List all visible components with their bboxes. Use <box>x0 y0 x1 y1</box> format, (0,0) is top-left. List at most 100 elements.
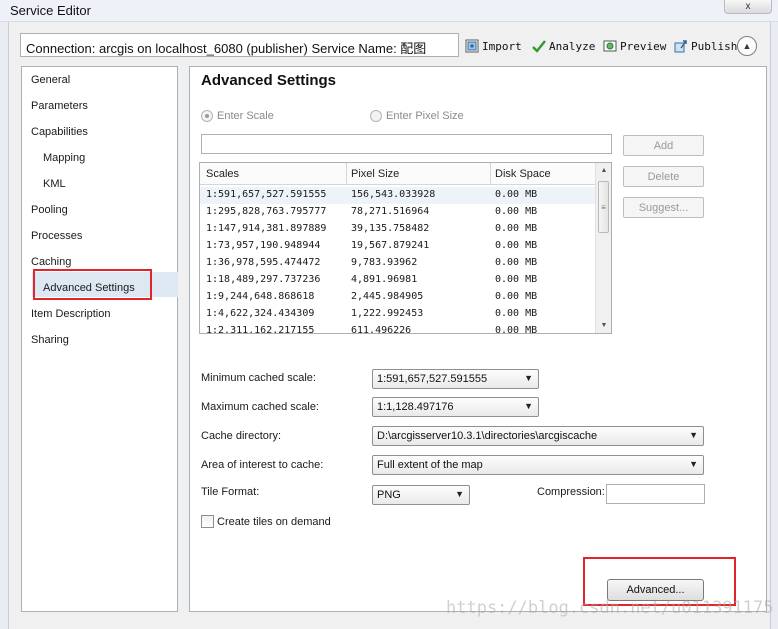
sidebar-item-pooling[interactable]: Pooling <box>31 204 68 216</box>
scale-input[interactable] <box>201 134 612 154</box>
cell-disk-space: 0.00 MB <box>495 189 538 200</box>
close-icon: x <box>745 1 751 12</box>
close-button[interactable]: x <box>724 0 772 14</box>
cell-disk-space: 0.00 MB <box>495 206 538 217</box>
window-left-edge <box>0 22 9 629</box>
scroll-up-arrow-icon[interactable]: ▲ <box>596 163 611 177</box>
cell-pixel-size: 39,135.758482 <box>351 223 430 234</box>
enter-scale-radio[interactable]: Enter Scale <box>201 108 274 124</box>
cache-directory-value: D:\arcgisserver10.3.1\directories\arcgis… <box>377 430 598 442</box>
table-row[interactable]: 1:147,914,381.897889 39,135.758482 0.00 MB <box>200 221 595 238</box>
suggest-button[interactable]: Suggest... <box>623 197 704 218</box>
compression-label: Compression: <box>537 486 605 498</box>
column-header-disk-space[interactable]: Disk Space <box>495 168 551 180</box>
collapse-toolbar-button[interactable]: ▲ <box>737 36 757 56</box>
checkmark-icon <box>532 39 546 53</box>
min-cached-scale-value: 1:591,657,527.591555 <box>377 373 488 385</box>
analyze-button[interactable]: Analyze <box>532 36 595 56</box>
min-cached-scale-select[interactable]: 1:591,657,527.591555 ▼ <box>372 369 539 389</box>
sidebar-item-caching[interactable]: Caching <box>31 256 71 268</box>
cell-pixel-size: 4,891.96981 <box>351 274 418 285</box>
enter-pixel-size-radio[interactable]: Enter Pixel Size <box>370 108 464 124</box>
table-row[interactable]: 1:9,244,648.868618 2,445.984905 0.00 MB <box>200 289 595 306</box>
area-of-interest-value: Full extent of the map <box>377 459 483 471</box>
cell-pixel-size: 9,783.93962 <box>351 257 418 268</box>
cell-pixel-size: 1,222.992453 <box>351 308 424 319</box>
chevron-down-icon: ▼ <box>689 430 698 440</box>
tile-format-select[interactable]: PNG ▼ <box>372 485 470 505</box>
radio-button-unchecked <box>370 110 382 122</box>
cell-disk-space: 0.00 MB <box>495 274 538 285</box>
cell-disk-space: 0.00 MB <box>495 223 538 234</box>
cell-pixel-size: 19,567.879241 <box>351 240 430 251</box>
add-button[interactable]: Add <box>623 135 704 156</box>
tile-format-value: PNG <box>377 489 401 501</box>
cell-scale: 1:73,957,190.948944 <box>206 240 321 251</box>
column-divider <box>346 163 347 185</box>
tile-format-label: Tile Format: <box>201 486 260 498</box>
compression-input[interactable] <box>606 484 705 504</box>
sidebar-item-kml[interactable]: KML <box>43 178 66 190</box>
column-header-scales[interactable]: Scales <box>206 168 239 180</box>
table-row[interactable]: 1:73,957,190.948944 19,567.879241 0.00 MB <box>200 238 595 255</box>
area-of-interest-select[interactable]: Full extent of the map ▼ <box>372 455 704 475</box>
area-of-interest-label: Area of interest to cache: <box>201 459 324 471</box>
cell-pixel-size: 78,271.516964 <box>351 206 430 217</box>
enter-scale-label: Enter Scale <box>217 110 274 122</box>
column-header-pixel-size[interactable]: Pixel Size <box>351 168 399 180</box>
cell-scale: 1:147,914,381.897889 <box>206 223 327 234</box>
cell-pixel-size: 2,445.984905 <box>351 291 424 302</box>
advanced-settings-highlight-box <box>33 269 152 300</box>
cell-scale: 1:2,311,162.217155 <box>206 325 315 334</box>
table-row[interactable]: 1:295,828,763.795777 78,271.516964 0.00 MB <box>200 204 595 221</box>
cell-scale: 1:36,978,595.474472 <box>206 257 321 268</box>
chevron-up-icon: ▲ <box>742 41 752 51</box>
radio-button-checked <box>201 110 213 122</box>
table-header: Scales Pixel Size Disk Space <box>200 163 595 185</box>
table-row[interactable]: 1:2,311,162.217155 611.496226 0.00 MB <box>200 323 595 334</box>
import-button[interactable]: Import <box>465 36 522 56</box>
chevron-down-icon: ▼ <box>455 489 464 499</box>
scrollbar-thumb[interactable]: ≡ <box>598 181 609 233</box>
cell-disk-space: 0.00 MB <box>495 291 538 302</box>
scales-table[interactable]: Scales Pixel Size Disk Space 1:591,657,5… <box>199 162 612 334</box>
cell-disk-space: 0.00 MB <box>495 240 538 251</box>
table-row[interactable]: 1:36,978,595.474472 9,783.93962 0.00 MB <box>200 255 595 272</box>
cell-disk-space: 0.00 MB <box>495 257 538 268</box>
sidebar-item-sharing[interactable]: Sharing <box>31 334 69 346</box>
sidebar-item-item-description[interactable]: Item Description <box>31 308 110 320</box>
cache-directory-select[interactable]: D:\arcgisserver10.3.1\directories\arcgis… <box>372 426 704 446</box>
window-title: Service Editor <box>10 3 91 18</box>
sidebar: General Parameters Capabilities Mapping … <box>21 66 178 612</box>
page-title: Advanced Settings <box>201 72 337 89</box>
sidebar-item-capabilities[interactable]: Capabilities <box>31 126 88 138</box>
watermark-text: https://blog.csdn.net/u011391175 <box>446 598 774 618</box>
table-row[interactable]: 1:4,622,324.434309 1,222.992453 0.00 MB <box>200 306 595 323</box>
cell-scale: 1:9,244,648.868618 <box>206 291 315 302</box>
preview-label: Preview <box>620 39 667 53</box>
cell-disk-space: 0.00 MB <box>495 308 538 319</box>
cell-pixel-size: 156,543.033928 <box>351 189 436 200</box>
sidebar-item-parameters[interactable]: Parameters <box>31 100 88 112</box>
scroll-down-arrow-icon[interactable]: ▼ <box>596 318 611 332</box>
analyze-label: Analyze <box>549 39 596 53</box>
preview-button[interactable]: Preview <box>603 36 666 56</box>
delete-button[interactable]: Delete <box>623 166 704 187</box>
publish-button[interactable]: Publish <box>674 36 737 56</box>
table-vertical-scrollbar[interactable]: ▲ ≡ ▼ <box>595 163 611 333</box>
cell-disk-space: 0.00 MB <box>495 325 538 334</box>
max-cached-scale-label: Maximum cached scale: <box>201 401 319 413</box>
connection-info: Connection: arcgis on localhost_6080 (pu… <box>20 33 459 57</box>
table-row[interactable]: 1:18,489,297.737236 4,891.96981 0.00 MB <box>200 272 595 289</box>
max-cached-scale-select[interactable]: 1:1,128.497176 ▼ <box>372 397 539 417</box>
table-row[interactable]: 1:591,657,527.591555 156,543.033928 0.00 M… <box>200 187 595 204</box>
import-label: Import <box>482 39 522 53</box>
cell-scale: 1:4,622,324.434309 <box>206 308 315 319</box>
create-tiles-checkbox[interactable] <box>201 515 214 528</box>
sidebar-item-processes[interactable]: Processes <box>31 230 82 242</box>
sidebar-item-mapping[interactable]: Mapping <box>43 152 85 164</box>
sidebar-item-general[interactable]: General <box>31 74 70 86</box>
chevron-down-icon: ▼ <box>524 401 533 411</box>
publish-label: Publish <box>691 39 738 53</box>
min-cached-scale-label: Minimum cached scale: <box>201 372 316 384</box>
